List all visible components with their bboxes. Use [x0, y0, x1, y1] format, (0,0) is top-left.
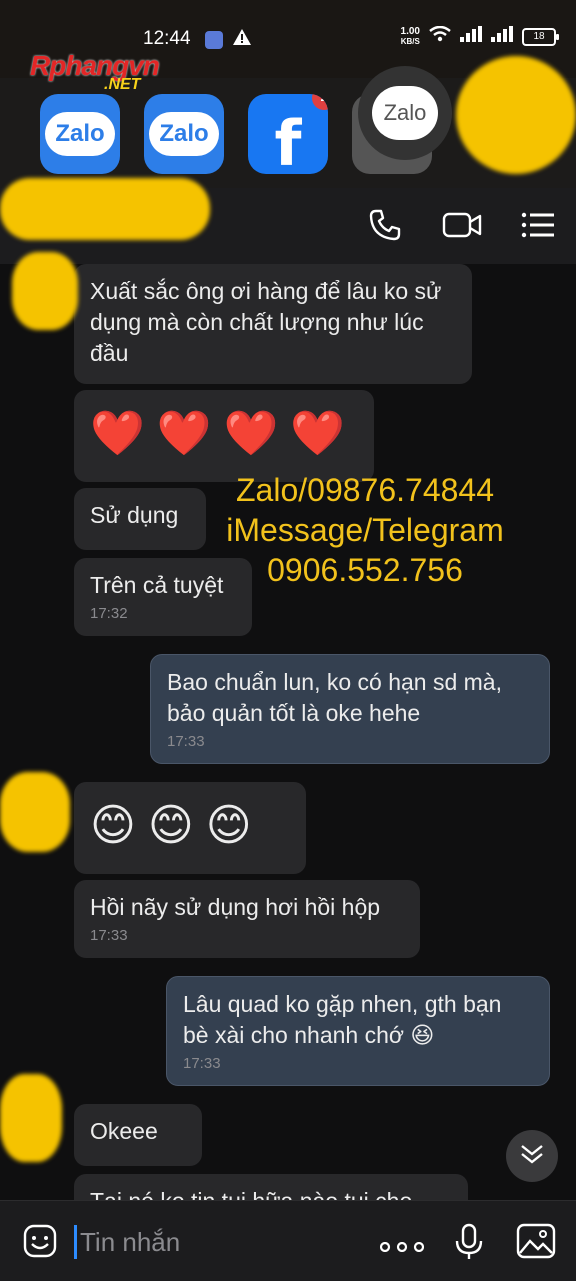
message-incoming[interactable]: Tại nó ko tin tui hữa nào tui cho — [74, 1174, 468, 1200]
message-time: 17:32 — [90, 605, 128, 622]
promo-overlay: Zalo/09876.74844 iMessage/Telegram 0906.… — [226, 472, 504, 588]
image-gallery-icon[interactable] — [516, 1223, 556, 1264]
wifi-icon — [429, 25, 451, 47]
message-incoming[interactable]: Sử dụng — [74, 488, 206, 550]
avatar-blur — [0, 1074, 62, 1162]
facebook-app-icon[interactable]: f 1 — [248, 94, 328, 174]
message-input-bar: Tin nhắn — [0, 1200, 576, 1281]
phone-icon[interactable] — [368, 208, 402, 247]
clock: 12:44 — [143, 28, 191, 49]
warning-icon — [233, 29, 251, 50]
message-input[interactable]: Tin nhắn — [80, 1227, 180, 1258]
text-caret — [74, 1225, 77, 1259]
notification-badge: 1 — [312, 94, 328, 110]
signal-icon-2 — [491, 26, 513, 47]
message-outgoing[interactable]: Lâu quad ko gặp nhen, gth bạn bè xài cho… — [166, 976, 550, 1086]
microphone-icon[interactable] — [454, 1223, 484, 1266]
message-incoming[interactable]: Okeee — [74, 1104, 202, 1166]
scroll-down-button[interactable] — [506, 1130, 558, 1182]
message-time: 17:33 — [183, 1055, 221, 1072]
message-incoming-emoji[interactable]: 😊😊😊 — [74, 782, 306, 874]
watermark-logo: Rphangvn .NET — [30, 50, 160, 93]
censor-blur — [456, 56, 576, 174]
video-call-icon[interactable] — [442, 208, 482, 247]
message-time: 17:33 — [167, 733, 205, 750]
message-incoming[interactable]: Hồi nãy sử dụng hơi hồi hộp 17:33 — [74, 880, 420, 958]
zalo-app-icon[interactable]: Zalo — [40, 94, 120, 174]
net-speed: 1.00 KB/S — [400, 25, 420, 46]
avatar-blur — [0, 772, 70, 852]
signal-icon — [460, 26, 482, 47]
message-list[interactable]: Xuất sắc ông ơi hàng để lâu ko sử dụng m… — [0, 264, 576, 1200]
chevron-down-icon — [519, 1143, 545, 1170]
battery-icon: 18 — [522, 27, 559, 46]
status-icons-left — [205, 29, 251, 50]
message-incoming-emoji[interactable]: ❤️❤️❤️❤️ — [74, 390, 374, 482]
emoji-icon[interactable] — [22, 1223, 58, 1264]
message-time: 17:33 — [90, 927, 128, 944]
avatar-blur — [12, 252, 78, 330]
menu-icon[interactable] — [520, 208, 556, 247]
message-outgoing[interactable]: Bao chuẩn lun, ko có hạn sd mà, bảo quản… — [150, 654, 550, 764]
message-incoming[interactable]: Xuất sắc ông ơi hàng để lâu ko sử dụng m… — [74, 264, 472, 384]
more-options-icon[interactable] — [379, 1239, 425, 1257]
app-notification-icon — [205, 30, 223, 49]
censor-blur — [0, 178, 210, 240]
zalo-chat-bubble[interactable]: Zalo — [358, 66, 452, 160]
zalo-app-icon-2[interactable]: Zalo — [144, 94, 224, 174]
